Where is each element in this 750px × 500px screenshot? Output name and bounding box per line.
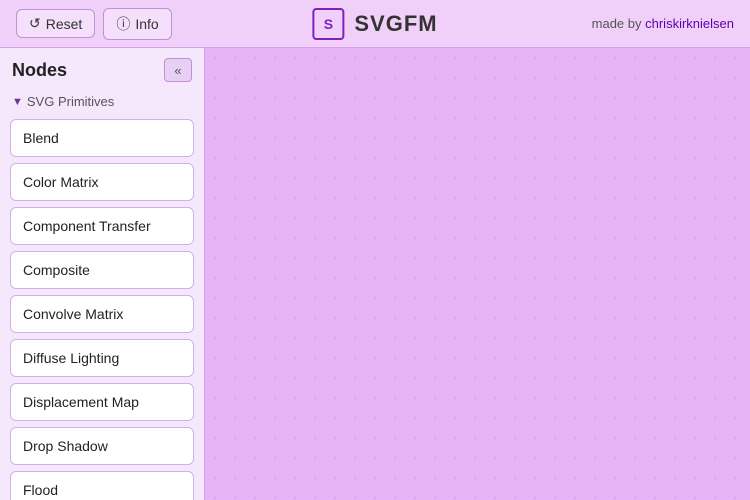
list-item[interactable]: Component Transfer bbox=[10, 207, 194, 245]
nodes-list[interactable]: Blend Color Matrix Component Transfer Compo… bbox=[0, 115, 204, 500]
app-logo: S bbox=[312, 8, 344, 40]
canvas-area[interactable] bbox=[205, 48, 750, 500]
section-header: ▼ SVG Primitives bbox=[0, 90, 204, 115]
section-label: SVG Primitives bbox=[27, 94, 114, 109]
list-item[interactable]: Drop Shadow bbox=[10, 427, 194, 465]
header-right: made by chriskirknielsen bbox=[592, 16, 734, 31]
header-center: S SVGFM bbox=[312, 8, 437, 40]
info-label: Info bbox=[135, 16, 158, 32]
list-item[interactable]: Color Matrix bbox=[10, 163, 194, 201]
list-item[interactable]: Diffuse Lighting bbox=[10, 339, 194, 377]
collapse-button[interactable]: « bbox=[164, 58, 192, 82]
author-link[interactable]: chriskirknielsen bbox=[645, 16, 734, 31]
header: ↺ Reset ⓘ Info S SVGFM made by chriskirk… bbox=[0, 0, 750, 48]
sidebar: Nodes « ▼ SVG Primitives Blend Color Matr… bbox=[0, 48, 205, 500]
sidebar-header: Nodes « bbox=[0, 48, 204, 90]
app-title: SVGFM bbox=[354, 11, 437, 37]
canvas-dots bbox=[205, 48, 750, 500]
header-left: ↺ Reset ⓘ Info bbox=[16, 8, 172, 40]
info-button[interactable]: ⓘ Info bbox=[103, 8, 171, 40]
list-item[interactable]: Composite bbox=[10, 251, 194, 289]
reset-button[interactable]: ↺ Reset bbox=[16, 9, 95, 38]
main-content: Nodes « ▼ SVG Primitives Blend Color Matr… bbox=[0, 48, 750, 500]
logo-text: S bbox=[324, 16, 333, 32]
section-arrow-icon: ▼ bbox=[12, 96, 23, 108]
info-icon: ⓘ bbox=[116, 14, 130, 34]
list-item[interactable]: Flood bbox=[10, 471, 194, 500]
made-by-text: made by bbox=[592, 16, 645, 31]
list-item[interactable]: Blend bbox=[10, 119, 194, 157]
sidebar-title: Nodes bbox=[12, 60, 67, 81]
reset-icon: ↺ bbox=[29, 15, 41, 32]
list-item[interactable]: Displacement Map bbox=[10, 383, 194, 421]
reset-label: Reset bbox=[46, 16, 83, 32]
list-item[interactable]: Convolve Matrix bbox=[10, 295, 194, 333]
